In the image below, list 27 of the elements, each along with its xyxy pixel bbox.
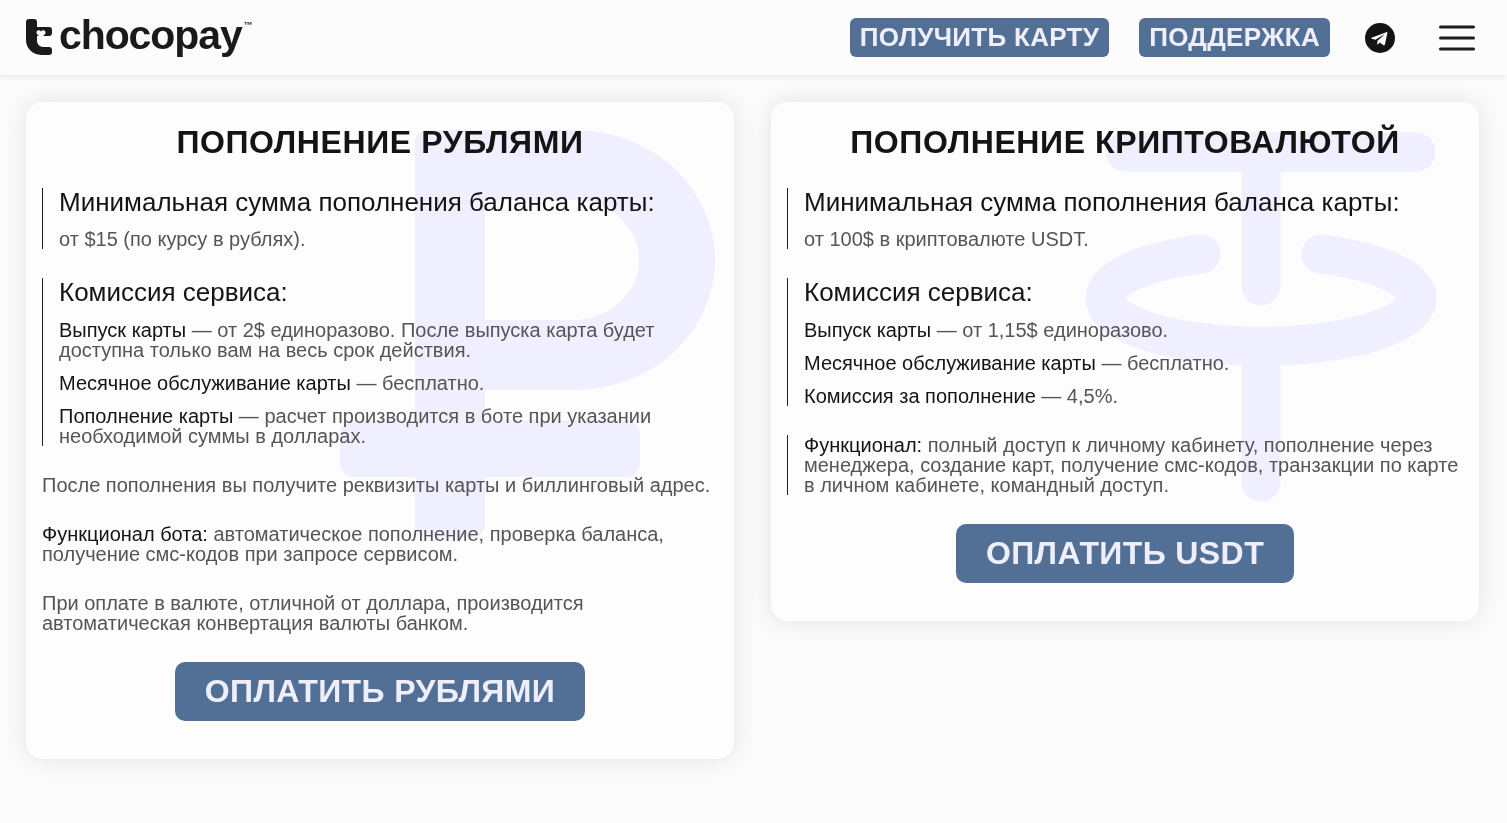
- info-text: Выпуск карты — от 2$ единоразово. После выпуска карта будет доступна только вам на весь срок действия.: [59, 320, 656, 360]
- info-text: Выпуск карты — от 1,15$ единоразово.: [804, 320, 1170, 340]
- note-text: При оплате в валюте, отличной от доллара, производится автоматическая конвертация валюты банком.: [42, 593, 585, 633]
- info-text: от $15 (по курсу в рублях).: [59, 229, 307, 250]
- logo-text: chocopay: [59, 15, 242, 56]
- menu-icon[interactable]: [1439, 24, 1475, 51]
- card-title: ПОПОЛНЕНИЕ КРИПТОВАЛЮТОЙ: [849, 124, 1401, 161]
- paper-plane-icon[interactable]: [1365, 22, 1395, 53]
- section-heading: Минимальная сумма пополнения баланса карты:: [804, 187, 1401, 217]
- section-heading: Комиссия сервиса:: [59, 278, 289, 307]
- logo-mark-icon: [26, 19, 52, 55]
- info-text: от 100$ в криптовалюте USDT.: [804, 229, 1090, 250]
- note-text: Функционал бота: автоматическое пополнение, проверка баланса, получение смс-кодов при запросе сервисом.: [42, 524, 665, 564]
- info-text: Функционал: полный доступ к личному кабинету, пополнение через менеджера, создание карт, получение смс-кодов, транзакции по карте в личном кабинете, командный доступ.: [804, 435, 1460, 495]
- info-text: Комиссия за пополнение — 4,5%.: [804, 386, 1119, 406]
- pay-button[interactable]: ОПЛАТИТЬ USDT: [955, 524, 1295, 583]
- section-heading: Комиссия сервиса:: [804, 278, 1034, 307]
- section-heading: Минимальная сумма пополнения баланса карты:: [59, 187, 656, 217]
- note-text: После пополнения вы получите реквизиты карты и биллинговый адрес.: [42, 475, 712, 495]
- trademark-sign: ™: [243, 21, 253, 30]
- header-button[interactable]: ПОДДЕРЖКА: [1139, 18, 1330, 57]
- header-button[interactable]: ПОЛУЧИТЬ КАРТУ: [849, 18, 1110, 57]
- info-text: Месячное обслуживание карты — бесплатно.: [59, 373, 486, 393]
- card-title: ПОПОЛНЕНИЕ РУБЛЯМИ: [175, 124, 585, 161]
- pay-button[interactable]: ОПЛАТИТЬ РУБЛЯМИ: [174, 662, 586, 721]
- info-text: Месячное обслуживание карты — бесплатно.: [804, 353, 1231, 373]
- info-text: Пополнение карты — расчет производится в боте при указании необходимой суммы в долларах.: [59, 406, 653, 446]
